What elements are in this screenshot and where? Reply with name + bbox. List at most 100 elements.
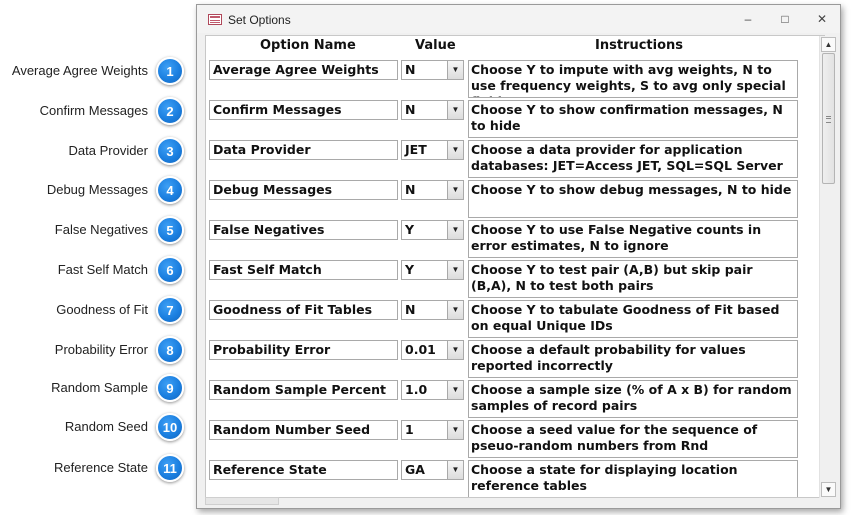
value-combo[interactable]: JET ▼ <box>401 140 464 160</box>
minimize-button[interactable]: – <box>738 11 758 27</box>
option-name-field[interactable]: Debug Messages <box>209 180 398 200</box>
option-row: False Negatives Y ▼ Choose Y to use Fals… <box>206 219 806 259</box>
instructions-text: Choose a state for displaying location r… <box>468 460 798 497</box>
instructions-text: Choose a default probability for values … <box>468 340 798 378</box>
option-name-field[interactable]: Data Provider <box>209 140 398 160</box>
scrollbar-thumb[interactable] <box>822 53 835 184</box>
instructions-text: Choose Y to show confirmation messages, … <box>468 100 798 138</box>
callout-debug-messages: Debug Messages 4 <box>0 176 186 204</box>
chevron-down-icon[interactable]: ▼ <box>447 101 463 119</box>
callout-number-badge: 3 <box>156 137 184 165</box>
scroll-up-icon[interactable]: ▲ <box>821 37 836 52</box>
chevron-down-icon[interactable]: ▼ <box>447 221 463 239</box>
title-bar[interactable]: Set Options – □ ✕ <box>197 5 840 33</box>
header-option-name: Option Name <box>260 38 356 53</box>
chevron-down-icon[interactable]: ▼ <box>447 421 463 439</box>
option-name-field[interactable]: Random Sample Percent <box>209 380 398 400</box>
option-row: Reference State GA ▼ Choose a state for … <box>206 459 806 497</box>
scroll-down-icon[interactable]: ▼ <box>821 482 836 497</box>
option-name-field[interactable]: Random Number Seed <box>209 420 398 440</box>
value-combo[interactable]: 1.0 ▼ <box>401 380 464 400</box>
value-text: Y <box>405 222 415 237</box>
horizontal-scroll-strip <box>205 497 279 505</box>
value-combo[interactable]: Y ▼ <box>401 260 464 280</box>
chevron-down-icon[interactable]: ▼ <box>447 261 463 279</box>
option-name-field[interactable]: False Negatives <box>209 220 398 240</box>
value-text: JET <box>405 142 427 157</box>
callout-label: Random Seed <box>64 419 148 434</box>
callout-number-badge: 5 <box>156 216 184 244</box>
callout-label: Reference State <box>54 460 148 475</box>
value-combo[interactable]: Y ▼ <box>401 220 464 240</box>
value-text: 1.0 <box>405 382 428 397</box>
callout-random-sample: Random Sample 9 <box>0 374 186 402</box>
instructions-text: Choose a seed value for the sequence of … <box>468 420 798 458</box>
chevron-down-icon[interactable]: ▼ <box>447 141 463 159</box>
option-name-field[interactable]: Average Agree Weights <box>209 60 398 80</box>
option-row: Goodness of Fit Tables N ▼ Choose Y to t… <box>206 299 806 339</box>
header-value: Value <box>415 38 456 53</box>
close-button[interactable]: ✕ <box>812 11 832 27</box>
instructions-text: Choose Y to impute with avg weights, N t… <box>468 60 798 98</box>
instructions-text: Choose Y to tabulate Goodness of Fit bas… <box>468 300 798 338</box>
value-combo[interactable]: N ▼ <box>401 60 464 80</box>
callout-label: Debug Messages <box>46 182 148 197</box>
option-name-field[interactable]: Probability Error <box>209 340 398 360</box>
instructions-text: Choose Y to show debug messages, N to hi… <box>468 180 798 218</box>
vertical-scrollbar[interactable]: ▲ ▼ <box>819 36 837 498</box>
option-name-field[interactable]: Reference State <box>209 460 398 480</box>
option-row: Fast Self Match Y ▼ Choose Y to test pai… <box>206 259 806 299</box>
restore-button[interactable]: □ <box>775 11 795 27</box>
chevron-down-icon[interactable]: ▼ <box>447 61 463 79</box>
value-text: Y <box>405 262 415 277</box>
chevron-down-icon[interactable]: ▼ <box>447 181 463 199</box>
option-row: Debug Messages N ▼ Choose Y to show debu… <box>206 179 806 219</box>
option-name-field[interactable]: Confirm Messages <box>209 100 398 120</box>
callout-number-badge: 9 <box>156 374 184 402</box>
value-combo[interactable]: N ▼ <box>401 300 464 320</box>
value-combo[interactable]: 0.01 ▼ <box>401 340 464 360</box>
value-combo[interactable]: GA ▼ <box>401 460 464 480</box>
callout-random-seed: Random Seed 10 <box>0 413 186 441</box>
instructions-text: Choose Y to use False Negative counts in… <box>468 220 798 258</box>
callout-label: False Negatives <box>54 222 148 237</box>
chevron-down-icon[interactable]: ▼ <box>447 341 463 359</box>
chevron-down-icon[interactable]: ▼ <box>447 461 463 479</box>
callout-number-badge: 11 <box>156 454 184 482</box>
callout-goodness-of-fit: Goodness of Fit 7 <box>0 296 186 324</box>
callout-label: Random Sample <box>51 380 148 395</box>
option-row: Probability Error 0.01 ▼ Choose a defaul… <box>206 339 806 379</box>
instructions-text: Choose a data provider for application d… <box>468 140 798 178</box>
option-name-field[interactable]: Fast Self Match <box>209 260 398 280</box>
callout-confirm-messages: Confirm Messages 2 <box>0 97 186 125</box>
chevron-down-icon[interactable]: ▼ <box>447 381 463 399</box>
option-row: Random Sample Percent 1.0 ▼ Choose a sam… <box>206 379 806 419</box>
option-row: Data Provider JET ▼ Choose a data provid… <box>206 139 806 179</box>
option-name-field[interactable]: Goodness of Fit Tables <box>209 300 398 320</box>
value-combo[interactable]: 1 ▼ <box>401 420 464 440</box>
callout-number-badge: 2 <box>156 97 184 125</box>
value-text: GA <box>405 462 425 477</box>
option-row: Average Agree Weights N ▼ Choose Y to im… <box>206 59 806 99</box>
callout-fast-self-match: Fast Self Match 6 <box>0 256 186 284</box>
callout-average-agree-weights: Average Agree Weights 1 <box>0 57 186 85</box>
value-combo[interactable]: N ▼ <box>401 180 464 200</box>
chevron-down-icon[interactable]: ▼ <box>447 301 463 319</box>
value-text: N <box>405 62 416 77</box>
callout-number-badge: 8 <box>156 336 184 364</box>
set-options-window: Set Options – □ ✕ Option Name Value Inst… <box>196 4 841 509</box>
callout-label: Confirm Messages <box>39 103 148 118</box>
callout-label: Goodness of Fit <box>56 302 148 317</box>
callout-number-badge: 4 <box>156 176 184 204</box>
callout-data-provider: Data Provider 3 <box>0 137 186 165</box>
callout-number-badge: 10 <box>156 413 184 441</box>
callout-false-negatives: False Negatives 5 <box>0 216 186 244</box>
value-text: N <box>405 102 416 117</box>
value-text: 1 <box>405 422 414 437</box>
grip-icon <box>826 116 831 123</box>
value-combo[interactable]: N ▼ <box>401 100 464 120</box>
callout-probability-error: Probability Error 8 <box>0 336 186 364</box>
instructions-text: Choose a sample size (% of A x B) for ra… <box>468 380 798 418</box>
callout-reference-state: Reference State 11 <box>0 454 186 482</box>
value-text: N <box>405 182 416 197</box>
